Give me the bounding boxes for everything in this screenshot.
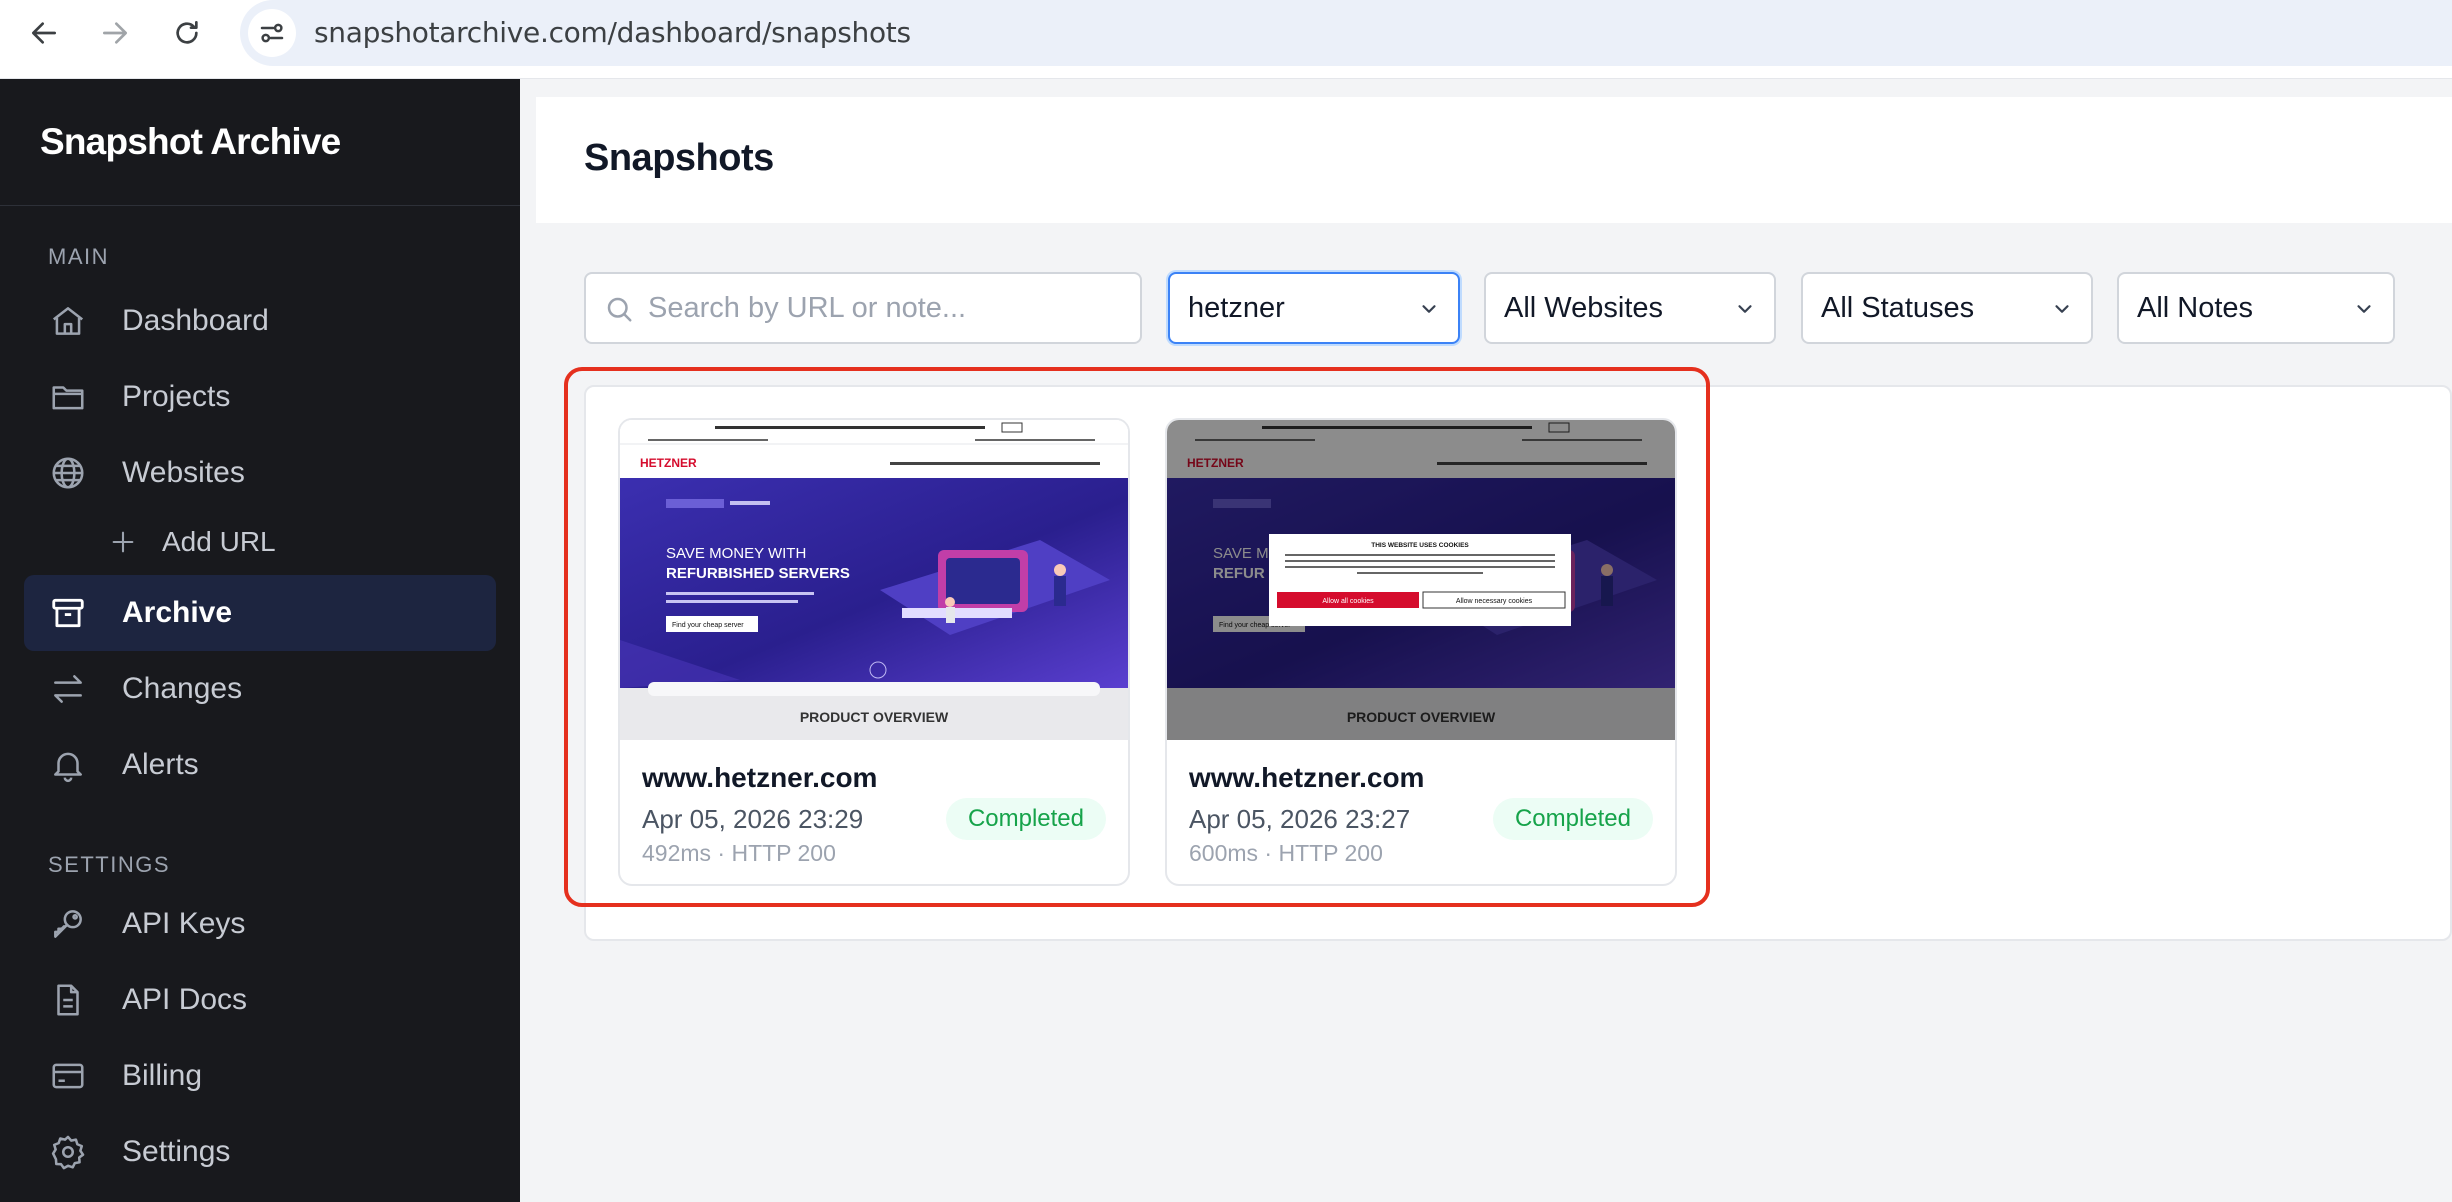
chevron-down-icon [2357, 305, 2371, 313]
folder-icon [48, 377, 88, 417]
browser-toolbar: snapshotarchive.com/dashboard/snapshots [0, 0, 2452, 79]
sidebar-item-label: Billing [122, 1059, 203, 1092]
sidebar-item-projects[interactable]: Projects [24, 359, 496, 435]
chevron-down-icon [1422, 305, 1436, 313]
archive-icon [48, 593, 88, 633]
sidebar: Snapshot Archive MAIN Dashboard Projects… [0, 79, 520, 1202]
sidebar-item-websites[interactable]: Websites [24, 435, 496, 511]
sidebar-divider [0, 205, 520, 206]
globe-icon [48, 453, 88, 493]
sidebar-item-label: Alerts [122, 748, 199, 781]
chevron-down-icon [1738, 305, 1752, 313]
sidebar-item-archive[interactable]: Archive [24, 575, 496, 651]
sidebar-item-label: Add URL [162, 526, 276, 557]
website-filter-select[interactable]: All Websites [1484, 272, 1776, 344]
notes-filter-value: All Notes [2137, 291, 2254, 324]
credit-card-icon [48, 1056, 88, 1096]
sidebar-item-label: API Keys [122, 907, 246, 940]
sidebar-item-billing[interactable]: Billing [24, 1038, 496, 1114]
tune-icon [260, 23, 284, 43]
gear-icon [48, 1132, 88, 1172]
search-input[interactable] [648, 274, 1128, 342]
page-title: Snapshots [584, 137, 774, 179]
page-header: Snapshots [536, 97, 2452, 223]
selection-highlight-outline [564, 367, 1710, 907]
plus-icon [108, 527, 138, 557]
sidebar-item-label: Dashboard [122, 304, 269, 337]
chevron-down-icon [2055, 305, 2069, 313]
sidebar-item-label: Projects [122, 380, 231, 413]
sidebar-item-dashboard[interactable]: Dashboard [24, 283, 496, 359]
sidebar-item-settings[interactable]: Settings [24, 1114, 496, 1190]
project-filter-value: hetzner [1188, 291, 1285, 324]
notes-filter-select[interactable]: All Notes [2117, 272, 2395, 344]
reload-button[interactable] [165, 11, 209, 55]
project-filter-select[interactable]: hetzner [1168, 272, 1460, 344]
forward-button[interactable] [93, 11, 137, 55]
sidebar-item-changes[interactable]: Changes [24, 651, 496, 727]
arrow-left-icon [32, 22, 56, 44]
sidebar-item-alerts[interactable]: Alerts [24, 727, 496, 803]
key-icon [48, 904, 88, 944]
main-content: Snapshots hetzner All Websites All Statu… [520, 79, 2452, 1202]
address-bar[interactable]: snapshotarchive.com/dashboard/snapshots [240, 0, 2452, 66]
sidebar-item-label: API Docs [122, 983, 248, 1016]
arrows-exchange-icon [48, 669, 88, 709]
sidebar-item-label: Websites [122, 456, 245, 489]
brand-title[interactable]: Snapshot Archive [40, 121, 341, 163]
website-filter-value: All Websites [1504, 291, 1664, 324]
arrow-right-icon [103, 22, 127, 44]
document-icon [48, 980, 88, 1020]
home-icon [48, 301, 88, 341]
back-button[interactable] [22, 11, 66, 55]
sidebar-item-label: Archive [122, 596, 233, 629]
sidebar-item-label: Changes [122, 672, 243, 705]
sidebar-item-api-docs[interactable]: API Docs [24, 962, 496, 1038]
search-box[interactable] [584, 272, 1142, 344]
status-filter-value: All Statuses [1821, 291, 1975, 324]
site-info-button[interactable] [248, 9, 296, 57]
bell-icon [48, 745, 88, 785]
status-filter-select[interactable]: All Statuses [1801, 272, 2093, 344]
sidebar-item-api-keys[interactable]: API Keys [24, 886, 496, 962]
search-icon [607, 297, 632, 322]
section-label-settings: SETTINGS [48, 852, 171, 877]
address-url[interactable]: snapshotarchive.com/dashboard/snapshots [314, 0, 911, 66]
sidebar-item-add-url[interactable]: Add URL [24, 511, 496, 573]
section-label-main: MAIN [48, 244, 109, 269]
sidebar-item-label: Settings [122, 1135, 231, 1168]
reload-icon [176, 21, 198, 44]
